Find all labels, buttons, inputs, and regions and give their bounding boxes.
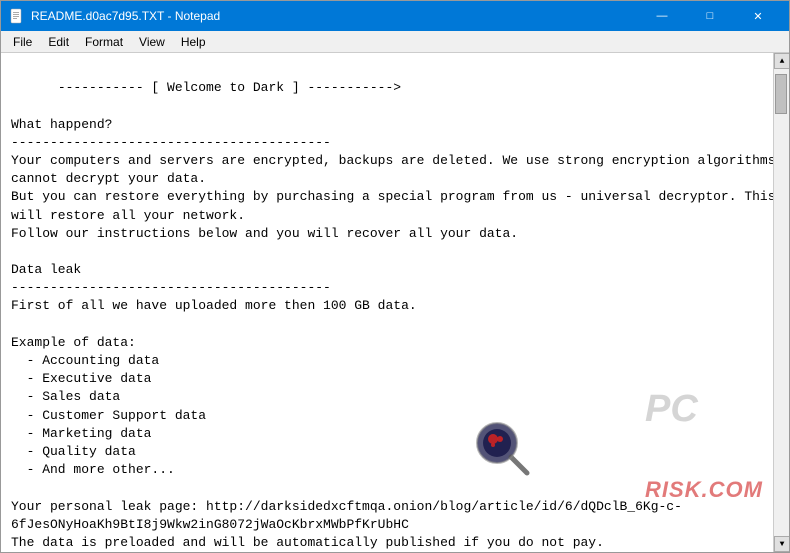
scroll-up-button[interactable]: ▲ xyxy=(774,53,789,69)
magnifier-icon xyxy=(469,415,534,480)
notepad-window: README.d0ac7d95.TXT - Notepad — □ ✕ File… xyxy=(0,0,790,553)
menu-file[interactable]: File xyxy=(5,33,40,51)
menu-edit[interactable]: Edit xyxy=(40,33,77,51)
minimize-button[interactable]: — xyxy=(639,5,685,27)
content-area: ----------- [ Welcome to Dark ] --------… xyxy=(1,53,789,552)
editor-text: ----------- [ Welcome to Dark ] --------… xyxy=(11,80,773,552)
scroll-down-button[interactable]: ▼ xyxy=(774,536,789,552)
menu-view[interactable]: View xyxy=(131,33,173,51)
menu-bar: File Edit Format View Help xyxy=(1,31,789,53)
title-controls: — □ ✕ xyxy=(639,5,781,27)
menu-format[interactable]: Format xyxy=(77,33,131,51)
scroll-track[interactable] xyxy=(774,69,789,536)
menu-help[interactable]: Help xyxy=(173,33,214,51)
title-bar: README.d0ac7d95.TXT - Notepad — □ ✕ xyxy=(1,1,789,31)
window-title: README.d0ac7d95.TXT - Notepad xyxy=(31,9,220,23)
scroll-thumb[interactable] xyxy=(775,74,787,114)
notepad-icon xyxy=(9,8,25,24)
maximize-button[interactable]: □ xyxy=(687,5,733,27)
vertical-scrollbar[interactable]: ▲ ▼ xyxy=(773,53,789,552)
text-editor[interactable]: ----------- [ Welcome to Dark ] --------… xyxy=(1,53,773,552)
title-bar-left: README.d0ac7d95.TXT - Notepad xyxy=(9,8,220,24)
close-button[interactable]: ✕ xyxy=(735,5,781,27)
